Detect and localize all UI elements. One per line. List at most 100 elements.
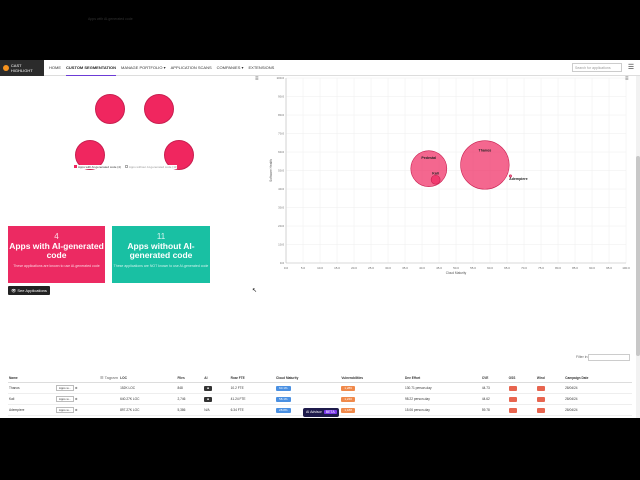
col-roar-fte[interactable]: Roar FTE bbox=[229, 374, 276, 383]
y-axis-label: Software Health bbox=[269, 159, 273, 182]
cell-files: 848 bbox=[176, 382, 204, 394]
y-tick-label: 30.0 bbox=[278, 206, 284, 210]
y-tick-label: 10.0 bbox=[278, 243, 284, 247]
logo-icon bbox=[3, 64, 9, 71]
y-tick-label: 80.0 bbox=[278, 113, 284, 117]
cell-segment[interactable]: Apps w... ⚙ bbox=[54, 404, 120, 416]
button-label: See Applications bbox=[17, 288, 47, 293]
card-with-ai[interactable]: 4 Apps with AI-generated code These appl… bbox=[8, 226, 105, 283]
y-tick-label: 70.0 bbox=[278, 132, 284, 136]
cell-date: 28/04/24 bbox=[564, 404, 632, 416]
pie-legend: Apps with AI-generated code (4) Apps wit… bbox=[74, 165, 178, 169]
wind-tag bbox=[536, 407, 546, 413]
card-title: Apps without AI-generated code bbox=[127, 241, 195, 260]
card-count: 4 bbox=[54, 232, 59, 241]
x-tick-label: 40.0 bbox=[419, 266, 425, 270]
cell-ai: ■ bbox=[203, 382, 230, 394]
nav-application-scans[interactable]: APPLICATION SCANS bbox=[171, 60, 212, 76]
cell-loc: 897.27K LOC bbox=[119, 404, 177, 416]
col-loc[interactable]: LOC bbox=[119, 374, 177, 383]
cell-segment[interactable]: Apps w... ⚙ bbox=[54, 393, 120, 405]
col-name[interactable]: Name bbox=[8, 374, 55, 383]
x-tick-label: 60.0 bbox=[487, 266, 493, 270]
nav-home[interactable]: HOME bbox=[49, 60, 61, 76]
y-tick-label: 90.0 bbox=[278, 95, 284, 99]
nav-manage-portfolio[interactable]: MANAGE PORTFOLIO ▾ bbox=[121, 60, 166, 76]
app-logo[interactable]: CAST HIGHLIGHT bbox=[0, 60, 44, 76]
segment-bubble[interactable] bbox=[144, 94, 174, 124]
col-vulnerabilities[interactable]: Vulnerabilities bbox=[340, 374, 404, 383]
bubble-label: Adempiere bbox=[509, 177, 528, 181]
search-input[interactable]: Search for applications bbox=[572, 63, 622, 72]
x-tick-label: 20.0 bbox=[351, 266, 357, 270]
pie-label: Apps with AI-generated code bbox=[88, 17, 133, 21]
cloud-tag: 60.1% bbox=[276, 385, 291, 391]
cell-dev-effort: 98.22 person-day bbox=[403, 393, 481, 405]
x-tick-label: 30.0 bbox=[385, 266, 391, 270]
segment-select[interactable]: Apps w... bbox=[55, 385, 74, 391]
col-dev-effort[interactable]: Dev Effort bbox=[403, 374, 481, 383]
x-tick-label: 95.0 bbox=[606, 266, 612, 270]
y-tick-label: 50.0 bbox=[278, 169, 284, 173]
cell-files: 5,386 bbox=[176, 404, 204, 416]
col-cve[interactable]: CVE bbox=[480, 374, 508, 383]
y-tick-label: 40.0 bbox=[278, 187, 284, 191]
col-wind[interactable]: Wind bbox=[535, 374, 565, 383]
ai-advisor-button[interactable]: AI Advisor BETA bbox=[303, 408, 339, 417]
legend-item-with-ai[interactable]: Apps with AI-generated code (4) bbox=[74, 165, 121, 169]
nav-custom-segmentation[interactable]: CUSTOM SEGMENTATION bbox=[66, 60, 116, 76]
x-tick-label: 50.0 bbox=[453, 266, 459, 270]
table-row[interactable]: Thanos Apps w... ⚙ 152K LOC 848 ■ 10.2 F… bbox=[8, 382, 632, 394]
cell-date: 28/04/24 bbox=[564, 382, 632, 394]
wind-tag bbox=[536, 385, 546, 391]
x-axis-label: Cloud Maturity bbox=[446, 271, 467, 275]
vuln-tag: 1,188 bbox=[341, 407, 355, 413]
card-count: 11 bbox=[156, 232, 166, 241]
legend-label: Apps without AI-generated code (11) bbox=[128, 165, 178, 169]
segment-bubble[interactable] bbox=[95, 94, 125, 124]
cell-oss bbox=[507, 404, 536, 416]
bubble-label: Kali bbox=[432, 171, 439, 175]
cell-wind bbox=[535, 382, 565, 394]
nav-companies[interactable]: COMPANIES ▾ bbox=[217, 60, 244, 76]
ai-icon: ■ bbox=[204, 396, 213, 402]
cell-loc: 152K LOC bbox=[119, 382, 177, 394]
cell-name[interactable]: Kali bbox=[8, 393, 55, 405]
col-files[interactable]: Files bbox=[176, 374, 204, 383]
col-cloud-maturity[interactable]: Cloud Maturity bbox=[275, 374, 341, 383]
scrollbar[interactable] bbox=[636, 76, 640, 418]
cloud-tag: 28.8% bbox=[276, 407, 291, 413]
x-tick-label: 5.0 bbox=[301, 266, 306, 270]
y-tick-label: 100.0 bbox=[276, 76, 284, 80]
x-tick-label: 25.0 bbox=[368, 266, 374, 270]
col-segment bbox=[54, 374, 120, 383]
x-tick-label: 15.0 bbox=[334, 266, 340, 270]
legend-item-without-ai[interactable]: Apps without AI-generated code (11) bbox=[124, 165, 178, 169]
card-title: Apps with AI-generated code bbox=[9, 241, 104, 260]
cell-ai: ■ bbox=[203, 393, 230, 405]
scrollbar-thumb[interactable] bbox=[636, 156, 640, 356]
cell-name[interactable]: Thanos bbox=[8, 382, 55, 394]
cell-roar-fte: 6.34 FTE bbox=[229, 404, 276, 416]
filter-input[interactable] bbox=[588, 354, 630, 361]
see-applications-button[interactable]: 👁 See Applications bbox=[8, 286, 50, 295]
card-without-ai[interactable]: 11 Apps without AI-generated code These … bbox=[112, 226, 210, 283]
cell-name[interactable]: Adempiere bbox=[8, 404, 55, 416]
vuln-tag: 1,240 bbox=[341, 396, 355, 402]
cell-segment[interactable]: Apps w... ⚙ bbox=[54, 382, 120, 394]
table-row[interactable]: Kali Apps w... ⚙ 640.27K LOC 2,746 ■ 41.… bbox=[8, 393, 632, 405]
wind-tag bbox=[536, 396, 546, 402]
chart-menu-icon[interactable]: ≡ bbox=[255, 76, 259, 82]
col-campaign-date[interactable]: Campaign Date bbox=[564, 374, 632, 383]
bubble-chart: 100.0 90.0 80.0 70.0 60.0 50.0 40.0 30.0 20.0 10.… bbox=[269, 76, 630, 275]
x-tick-label: 90.0 bbox=[589, 266, 595, 270]
cell-date: 28/04/24 bbox=[564, 393, 632, 405]
bubble-label: Pedestal bbox=[421, 156, 436, 160]
bubble-chart-menu-icon[interactable]: ≡ bbox=[625, 76, 629, 82]
card-description: These applications are known to use AI-g… bbox=[13, 264, 100, 268]
col-ai[interactable]: AI bbox=[203, 374, 230, 383]
col-oss[interactable]: OSS bbox=[507, 374, 536, 383]
segment-select[interactable]: Apps w... bbox=[55, 396, 74, 402]
segment-select[interactable]: Apps w... bbox=[55, 407, 74, 413]
x-tick-label: 85.0 bbox=[572, 266, 578, 270]
